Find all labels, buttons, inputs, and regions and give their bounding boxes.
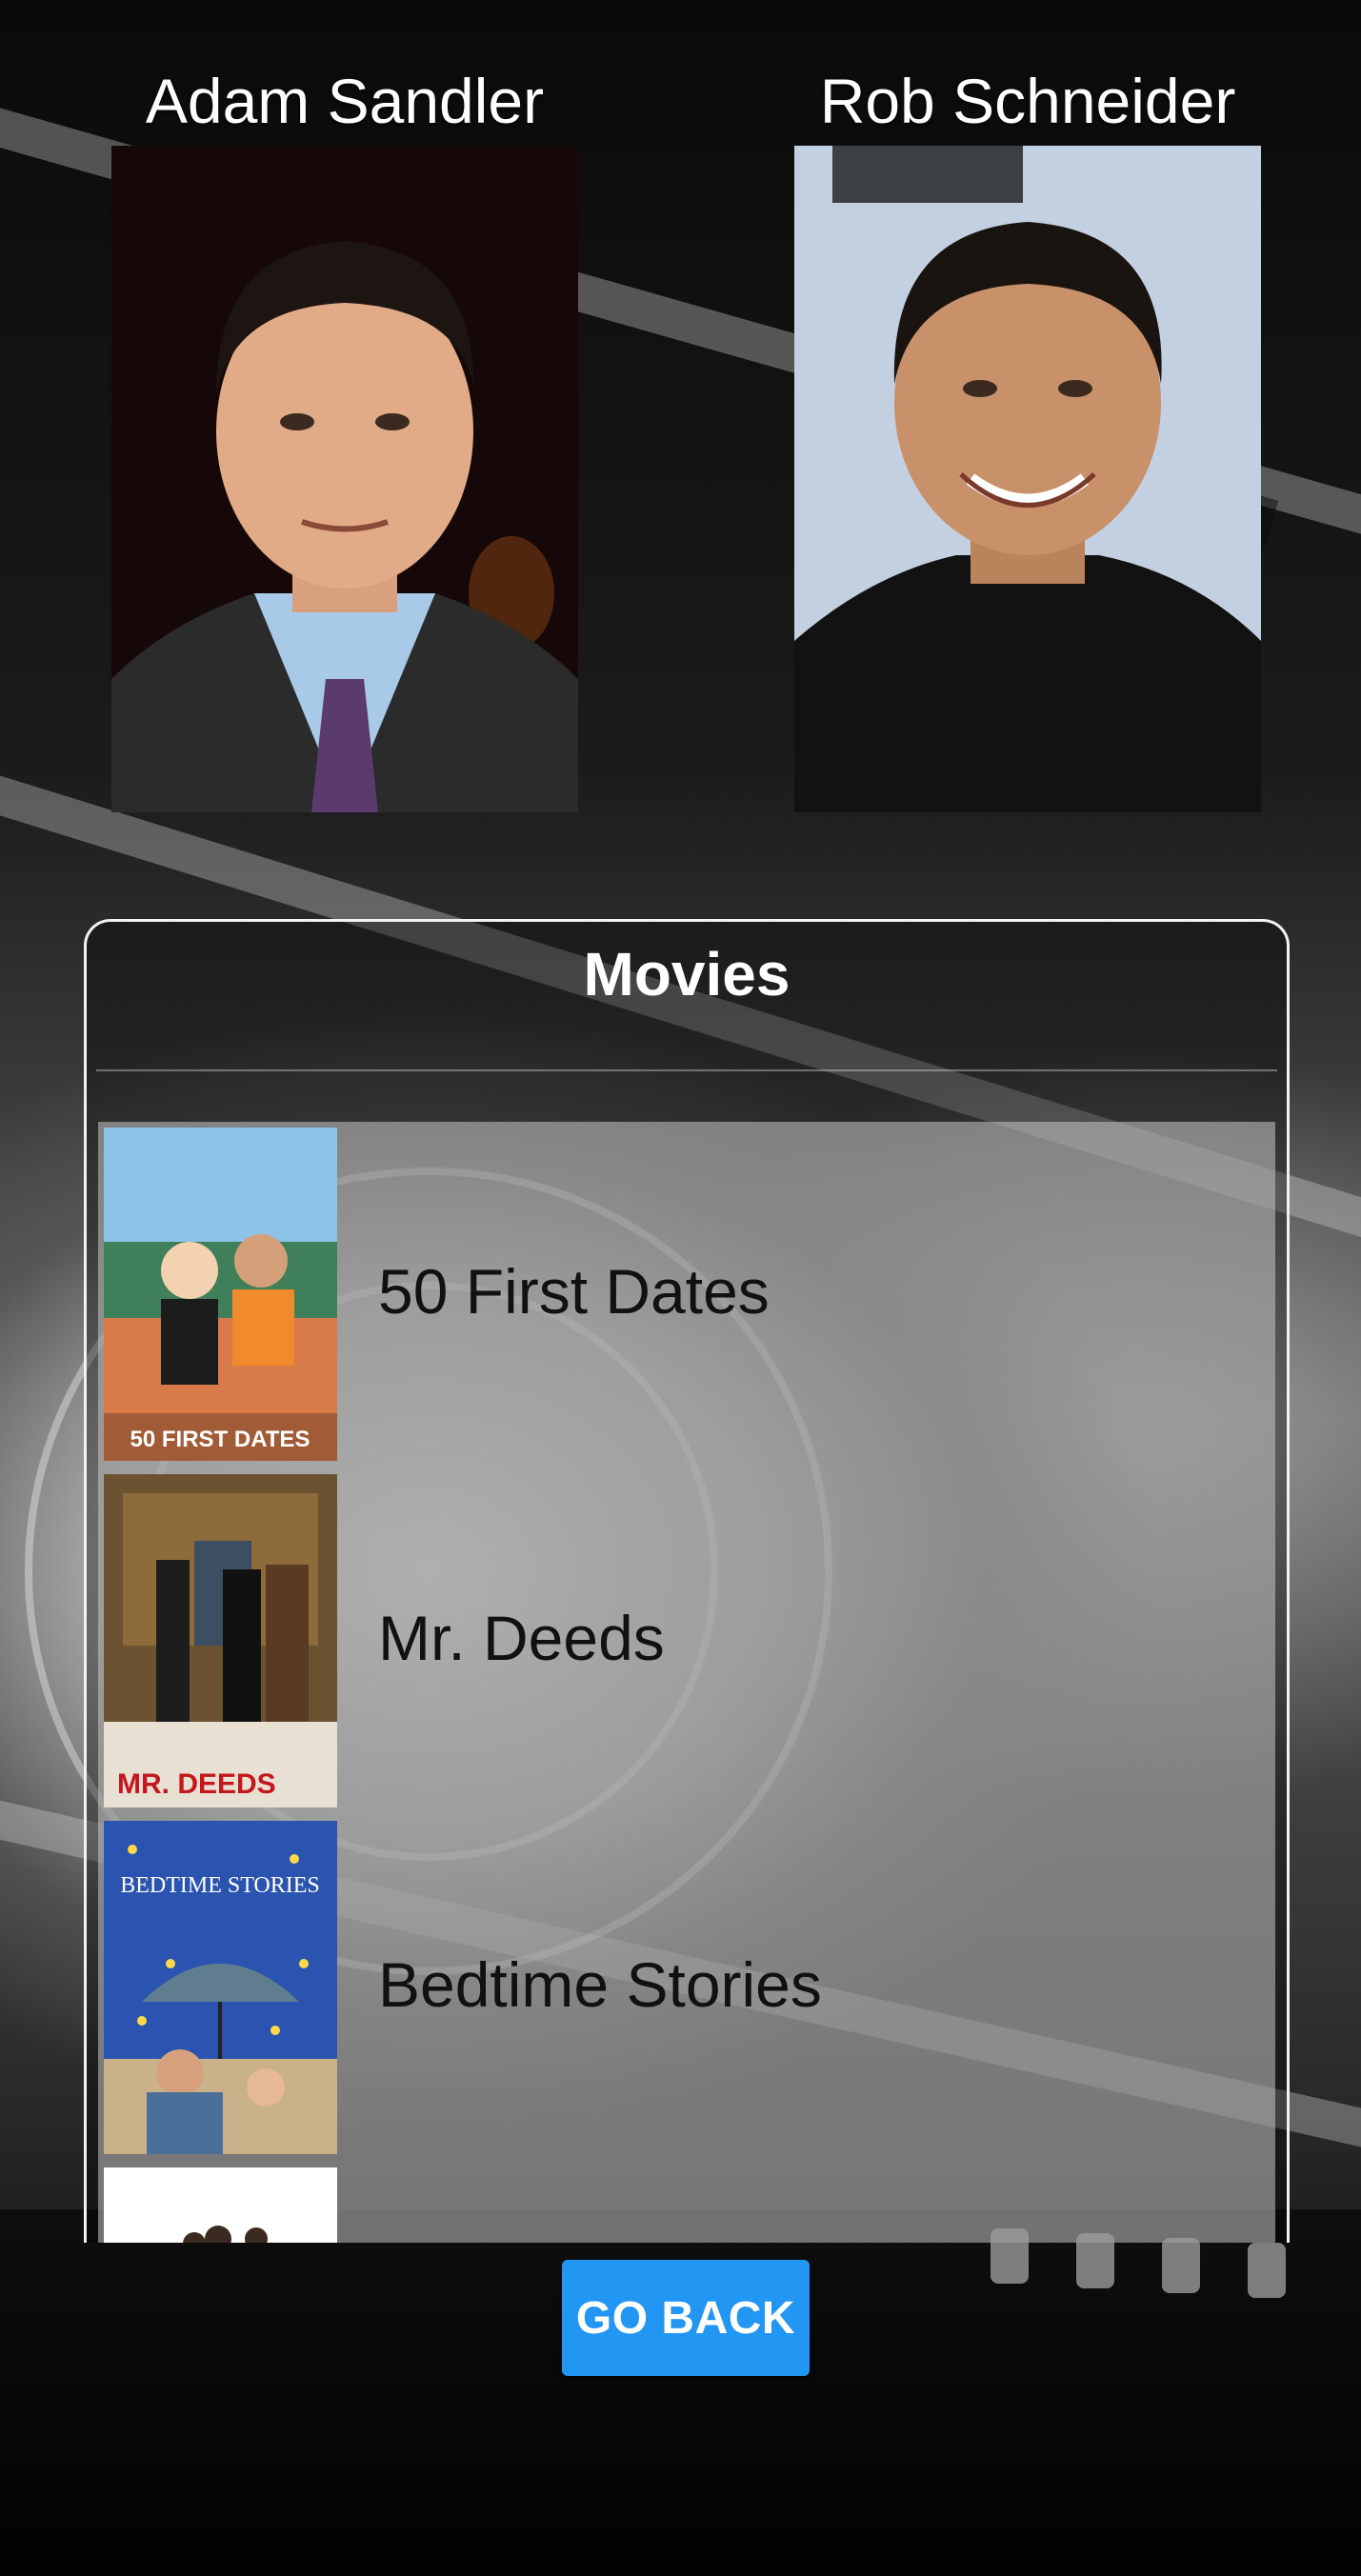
panel-divider (96, 1069, 1277, 1071)
movie-poster-partial (104, 2167, 337, 2243)
movie-list-item[interactable]: MR. DEEDS Mr. Deeds (98, 1468, 1275, 1807)
actor-name-adam-sandler: Adam Sandler (145, 66, 545, 136)
movies-panel-title: Movies (583, 940, 791, 1008)
movie-title-mr-deeds: Mr. Deeds (378, 1603, 665, 1673)
actor-photo-adam-sandler[interactable] (111, 146, 578, 812)
movie-poster-bedtime-stories: BEDTIME STORIES (104, 1821, 337, 2154)
actor-photo-rob-schneider[interactable] (794, 146, 1261, 812)
poster-text-bedtime-stories: BEDTIME STORIES (120, 1873, 320, 1898)
movies-panel: Movies 50 FIRST DATES 50 First Dates MR.… (84, 919, 1290, 2243)
poster-text-mr-deeds: MR. DEEDS (117, 1768, 276, 1800)
movie-poster-mr-deeds: MR. DEEDS (104, 1474, 337, 1807)
movies-list[interactable]: 50 FIRST DATES 50 First Dates MR. DEEDS (98, 1122, 1275, 2243)
movie-list-item[interactable] (98, 2162, 1275, 2243)
movie-list-item[interactable]: BEDTIME STORIES Bedtime Stories (98, 1815, 1275, 2154)
movie-list-item[interactable]: 50 FIRST DATES 50 First Dates (98, 1122, 1275, 1461)
movie-title-50-first-dates: 50 First Dates (378, 1256, 770, 1327)
go-back-button[interactable]: GO BACK (562, 2260, 810, 2376)
movie-title-bedtime-stories: Bedtime Stories (378, 1949, 822, 2020)
movie-poster-50-first-dates: 50 FIRST DATES (104, 1128, 337, 1461)
poster-text-50-first-dates: 50 FIRST DATES (130, 1427, 310, 1452)
actor-name-rob-schneider: Rob Schneider (819, 66, 1236, 136)
